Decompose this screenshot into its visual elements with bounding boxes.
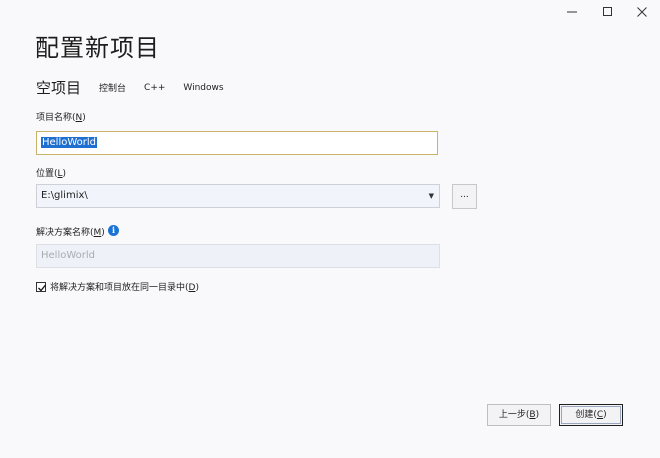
location-value: E:\glimix\ (41, 190, 88, 201)
project-name-input[interactable]: HelloWorld (36, 131, 438, 155)
label-text: 项目名称( (36, 113, 76, 123)
same-directory-label[interactable]: 将解决方案和项目放在同一目录中(D) (50, 280, 199, 293)
template-tag: 控制台 (99, 84, 127, 94)
label-text: 将解决方案和项目放在同一目录中( (50, 283, 189, 293)
project-name-label: 项目名称(N) (36, 110, 86, 123)
minimize-button[interactable] (554, 0, 590, 24)
checkmark-icon (38, 284, 47, 291)
label-text: ) (82, 113, 86, 123)
same-directory-option[interactable]: 将解决方案和项目放在同一目录中(D) (36, 280, 199, 293)
label-text: 解决方案名称( (36, 228, 94, 238)
create-button[interactable]: 创建(C) (559, 404, 623, 426)
maximize-icon (603, 7, 612, 16)
close-icon (637, 7, 647, 17)
solution-name-label: 解决方案名称(M) (36, 225, 105, 238)
minimize-icon (567, 11, 577, 13)
location-select[interactable]: E:\glimix\ ▼ (36, 184, 440, 208)
solution-name-placeholder: HelloWorld (41, 250, 96, 261)
label-text: 位置( (36, 169, 58, 179)
maximize-button[interactable] (590, 0, 626, 24)
label-text: ) (101, 228, 105, 238)
project-name-value: HelloWorld (41, 137, 98, 148)
browse-button[interactable]: ... (452, 184, 477, 209)
solution-name-input[interactable]: HelloWorld (36, 244, 440, 268)
label-text: ) (195, 283, 199, 293)
template-name: 空项目 (36, 79, 82, 97)
close-button[interactable] (624, 0, 660, 24)
back-button[interactable]: 上一步(B) (487, 404, 551, 426)
button-text: ) (535, 410, 540, 420)
template-tag: C++ (144, 82, 166, 93)
button-text: ) (603, 410, 607, 420)
dropdown-arrow-icon[interactable]: ▼ (429, 185, 434, 207)
button-text: 上一步( (498, 410, 530, 420)
label-text: ) (62, 169, 67, 179)
info-icon[interactable]: i (108, 225, 119, 236)
location-label: 位置(L) (36, 166, 66, 179)
same-directory-checkbox[interactable] (36, 281, 47, 292)
template-info: 空项目 控制台 C++ Windows (36, 77, 224, 98)
template-tag: Windows (183, 82, 224, 93)
page-title: 配置新项目 (35, 34, 160, 62)
button-text: 创建( (575, 410, 597, 420)
